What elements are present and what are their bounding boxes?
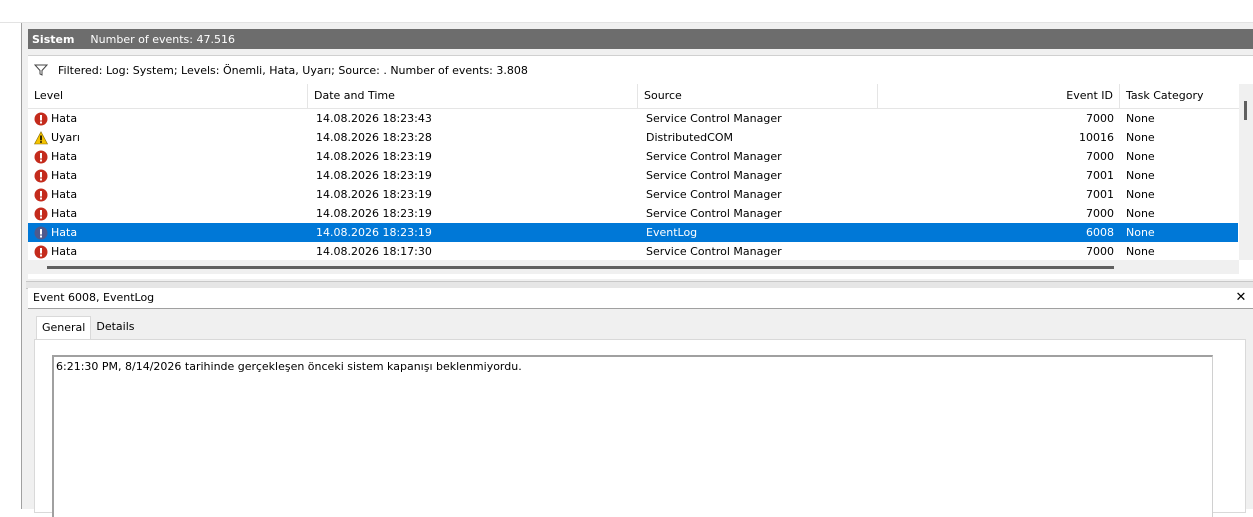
detail-title-bar: Event 6008, EventLog ✕ xyxy=(28,288,1253,309)
vertical-scroll-thumb[interactable] xyxy=(1244,101,1247,120)
row-task-category: None xyxy=(1126,226,1155,239)
row-event-id: 6008 xyxy=(1086,226,1114,239)
table-row[interactable]: Hata 14.08.2026 18:17:30 Service Control… xyxy=(28,242,1238,261)
event-detail-pane: Event 6008, EventLog ✕ General Details 6… xyxy=(28,288,1253,517)
table-row[interactable]: Hata 14.08.2026 18:23:19 Service Control… xyxy=(28,147,1238,166)
row-task-category: None xyxy=(1126,207,1155,220)
horizontal-scroll-thumb[interactable] xyxy=(47,266,1114,269)
table-row-selected[interactable]: Hata 14.08.2026 18:23:19 EventLog 6008 N… xyxy=(28,223,1238,242)
row-event-id: 7000 xyxy=(1086,112,1114,125)
row-level: Hata xyxy=(51,207,78,220)
column-header-date-time[interactable]: Date and Time xyxy=(308,84,638,108)
row-event-id: 7001 xyxy=(1086,188,1114,201)
row-date-time: 14.08.2026 18:23:19 xyxy=(316,150,432,163)
error-icon xyxy=(34,188,48,201)
event-count: Number of events: 47.516 xyxy=(90,32,235,46)
detail-tabs: General Details xyxy=(36,316,140,340)
row-event-id: 7000 xyxy=(1086,150,1114,163)
row-level: Hata xyxy=(51,169,78,182)
error-icon xyxy=(34,245,48,258)
row-date-time: 14.08.2026 18:23:19 xyxy=(316,188,432,201)
row-level: Uyarı xyxy=(51,131,80,144)
row-source: DistributedCOM xyxy=(646,131,733,144)
error-icon xyxy=(34,112,48,125)
row-source: Service Control Manager xyxy=(646,188,782,201)
row-level: Hata xyxy=(51,245,78,258)
row-event-id: 7000 xyxy=(1086,207,1114,220)
row-event-id: 10016 xyxy=(1079,131,1114,144)
warning-icon xyxy=(34,130,48,144)
event-message: 6:21:30 PM, 8/14/2026 tarihinde gerçekle… xyxy=(56,360,522,373)
row-level: Hata xyxy=(51,150,78,163)
table-header: Level Date and Time Source Event ID Task… xyxy=(28,84,1240,109)
row-task-category: None xyxy=(1126,150,1155,163)
error-icon xyxy=(34,207,48,220)
row-source: Service Control Manager xyxy=(646,169,782,182)
row-level: Hata xyxy=(51,226,78,239)
top-strip xyxy=(0,0,1253,23)
row-task-category: None xyxy=(1126,112,1155,125)
filter-description: Filtered: Log: System; Levels: Önemli, H… xyxy=(58,63,528,77)
tab-general[interactable]: General xyxy=(36,316,92,340)
console-tree-pane[interactable] xyxy=(0,23,22,509)
row-source: Service Control Manager xyxy=(646,245,782,258)
row-source: EventLog xyxy=(646,226,698,239)
row-task-category: None xyxy=(1126,169,1155,182)
event-message-box[interactable]: 6:21:30 PM, 8/14/2026 tarihinde gerçekle… xyxy=(52,355,1213,517)
row-event-id: 7001 xyxy=(1086,169,1114,182)
row-level: Hata xyxy=(51,188,78,201)
general-tab-page: 6:21:30 PM, 8/14/2026 tarihinde gerçekle… xyxy=(34,339,1246,517)
row-source: Service Control Manager xyxy=(646,112,782,125)
row-task-category: None xyxy=(1126,245,1155,258)
row-source: Service Control Manager xyxy=(646,207,782,220)
close-icon[interactable]: ✕ xyxy=(1234,288,1248,308)
tab-details[interactable]: Details xyxy=(91,316,139,338)
row-date-time: 14.08.2026 18:23:19 xyxy=(316,169,432,182)
table-row[interactable]: Hata 14.08.2026 18:23:43 Service Control… xyxy=(28,109,1238,128)
row-source: Service Control Manager xyxy=(646,150,782,163)
log-view: Sistem Number of events: 47.516 Filtered… xyxy=(26,23,1253,517)
table-body: Hata 14.08.2026 18:23:43 Service Control… xyxy=(28,109,1238,261)
row-event-id: 7000 xyxy=(1086,245,1114,258)
row-date-time: 14.08.2026 18:23:43 xyxy=(316,112,432,125)
row-task-category: None xyxy=(1126,131,1155,144)
error-icon xyxy=(34,150,48,163)
error-icon xyxy=(34,169,48,182)
row-date-time: 14.08.2026 18:23:19 xyxy=(316,207,432,220)
table-row[interactable]: Hata 14.08.2026 18:23:19 Service Control… xyxy=(28,185,1238,204)
row-level: Hata xyxy=(51,112,78,125)
filter-icon xyxy=(34,64,48,76)
column-header-level[interactable]: Level xyxy=(28,84,308,108)
log-name: Sistem xyxy=(32,32,75,46)
vertical-scrollbar[interactable] xyxy=(1239,84,1253,260)
events-table: Level Date and Time Source Event ID Task… xyxy=(28,84,1253,279)
table-row[interactable]: Uyarı 14.08.2026 18:23:28 DistributedCOM… xyxy=(28,128,1238,147)
column-header-task-category[interactable]: Task Category xyxy=(1120,84,1240,108)
table-row[interactable]: Hata 14.08.2026 18:23:19 Service Control… xyxy=(28,166,1238,185)
log-title-bar: Sistem Number of events: 47.516 xyxy=(28,29,1253,49)
row-date-time: 14.08.2026 18:17:30 xyxy=(316,245,432,258)
horizontal-scrollbar[interactable] xyxy=(28,260,1239,274)
table-row[interactable]: Hata 14.08.2026 18:23:19 Service Control… xyxy=(28,204,1238,223)
detail-title: Event 6008, EventLog xyxy=(33,291,155,304)
column-header-source[interactable]: Source xyxy=(638,84,878,108)
column-header-event-id[interactable]: Event ID xyxy=(878,84,1120,108)
row-date-time: 14.08.2026 18:23:28 xyxy=(316,131,432,144)
row-date-time: 14.08.2026 18:23:19 xyxy=(316,226,432,239)
error-icon xyxy=(34,226,48,239)
row-task-category: None xyxy=(1126,188,1155,201)
filter-bar: Filtered: Log: System; Levels: Önemli, H… xyxy=(28,55,1253,85)
